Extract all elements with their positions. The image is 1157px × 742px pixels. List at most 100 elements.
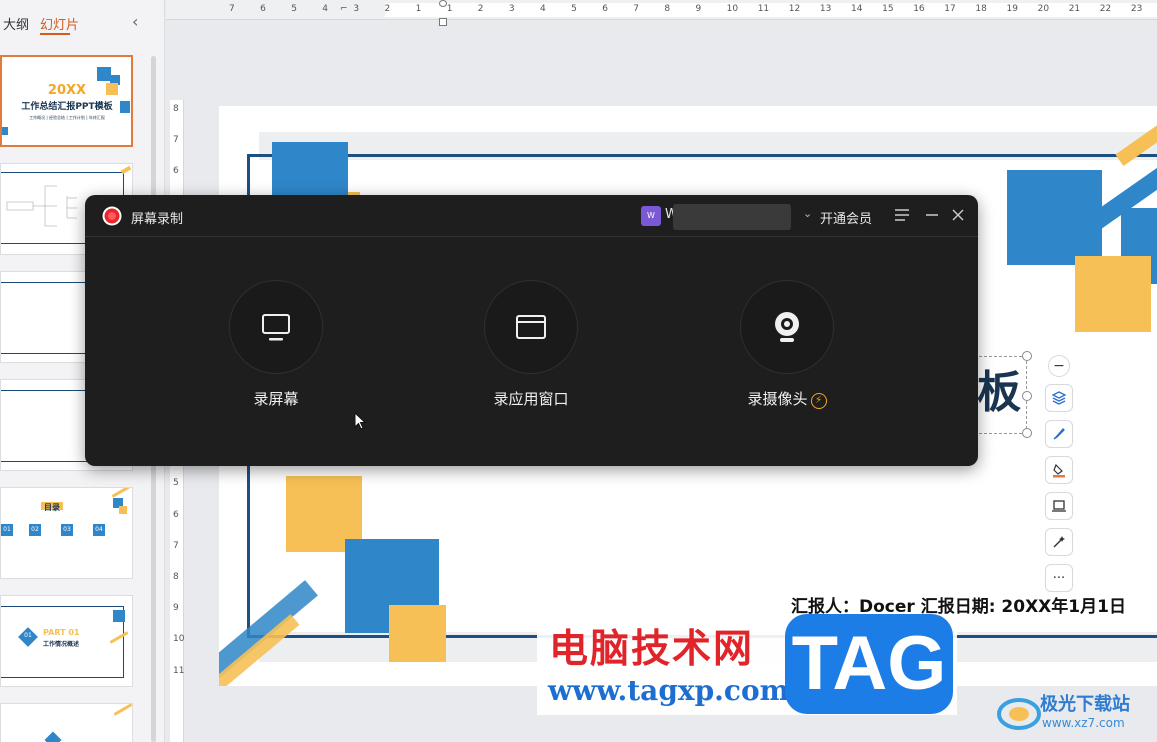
brush-button[interactable] (1045, 420, 1073, 448)
thumb-deco (113, 610, 125, 622)
thumb-item-2: 02 (29, 524, 41, 536)
watermark-site-name: 电脑技术网 (549, 627, 755, 672)
horizontal-ruler[interactable]: ⌐ 7 6 5 4 3 2 1 1 2 3 4 5 6 7 8 9 10 11 12 13 14 15 16 17 18 19 20… (166, 0, 1157, 26)
mouse-cursor-icon (354, 412, 367, 430)
fill-button[interactable] (1045, 456, 1073, 484)
tab-underline (40, 33, 70, 35)
ruler-number: 5 (291, 4, 297, 14)
ruler-number: 20 (1037, 4, 1050, 14)
record-window-button[interactable]: 录应用窗口 (483, 280, 579, 409)
monitor-icon (262, 314, 290, 341)
record-webcam-button[interactable]: 录摄像头 ⚡ (739, 280, 835, 409)
ruler-number: 6 (602, 4, 608, 14)
layers-icon (1051, 391, 1067, 405)
ruler-number: 2 (477, 4, 484, 14)
indent-marker-top[interactable] (439, 0, 447, 7)
wps-app-icon: W (641, 206, 661, 226)
layers-button[interactable] (1045, 384, 1073, 412)
ruler-number: 1 (415, 4, 422, 14)
ruler-number: 3 (508, 4, 515, 14)
thumb-item-4: 04 (93, 524, 105, 536)
webcam-icon (775, 312, 799, 342)
record-webcam-text: 录摄像头 (747, 390, 808, 408)
thumb-item-1: 01 (1, 524, 13, 536)
ruler-number: 5 (173, 478, 179, 489)
ruler-number: 6 (173, 509, 179, 520)
record-window-circle[interactable] (484, 280, 578, 374)
ruler-number: 6 (173, 166, 179, 177)
laptop-icon (1052, 500, 1066, 512)
ruler-number: 9 (695, 4, 702, 14)
tab-outline[interactable]: 大纲 (3, 14, 29, 33)
minimize-icon[interactable] (921, 203, 943, 227)
thumb-deco (97, 67, 111, 81)
slide-thumb-1[interactable]: 20XX 工作总结汇报PPT模板 工作概况 | 经验总结 | 工作计划 | 年终… (0, 55, 133, 147)
ruler-number: 7 (229, 4, 235, 14)
frame-button[interactable] (1045, 492, 1073, 520)
ruler-number: 23 (1130, 4, 1143, 14)
ruler-number: 19 (1006, 4, 1018, 14)
panel-tabs: 大纲 幻灯片 ‹ (0, 0, 165, 40)
thumb-title: 目录 (44, 503, 60, 512)
resize-handle[interactable] (1022, 391, 1032, 401)
thumb-deco (120, 101, 130, 113)
ruler-number: 8 (173, 104, 179, 114)
record-screen-button[interactable]: 录屏幕 (228, 280, 324, 409)
indent-marker-bottom[interactable] (439, 18, 447, 26)
resize-handle[interactable] (1022, 351, 1032, 361)
close-icon[interactable] (947, 203, 969, 227)
ruler-number: 8 (664, 4, 671, 14)
ruler-number: 7 (173, 135, 179, 146)
record-screen-label: 录屏幕 (253, 390, 299, 408)
resize-handle[interactable] (1022, 428, 1032, 438)
ruler-number: 17 (944, 4, 956, 14)
thumb-badge: 01 (24, 632, 32, 639)
ruler-number: 15 (882, 4, 894, 14)
ruler-number: 6 (260, 4, 266, 14)
record-logo-icon (102, 206, 122, 226)
ruler-number: 21 (1068, 4, 1081, 14)
ruler-number: 7 (173, 540, 179, 551)
minus-icon: − (1053, 358, 1065, 374)
thumb-deco (113, 704, 132, 716)
menu-icon[interactable] (891, 203, 913, 227)
vip-link[interactable]: 开通会员 (820, 208, 872, 227)
ruler-number: 8 (173, 572, 179, 582)
deco-blue-square (272, 142, 348, 200)
ruler-number: 12 (788, 4, 801, 14)
ruler-number: 11 (173, 665, 185, 676)
tab-slides[interactable]: 幻灯片 (40, 14, 79, 33)
thumb-item-3: 03 (61, 524, 73, 536)
slide-thumb-5[interactable]: 目录 01 02 03 04 (0, 487, 133, 579)
ruler-number: 5 (571, 4, 577, 14)
ruler-corner-icon[interactable]: ⌐ (340, 4, 348, 14)
watermark-brand2: 极光下载站 (1040, 694, 1130, 715)
magic-wand-icon (1053, 536, 1065, 548)
record-webcam-label: 录摄像头 ⚡ (739, 388, 835, 409)
ruler-number: 14 (851, 4, 863, 14)
ruler-number: 4 (540, 4, 546, 14)
ruler-number: 4 (322, 4, 329, 14)
slide-thumb-7[interactable] (0, 703, 133, 742)
deco-yellow-square (1075, 256, 1151, 332)
chevron-left-icon[interactable]: ‹ (132, 12, 138, 31)
ruler-number: 18 (975, 4, 987, 14)
ruler-number: 10 (173, 634, 185, 645)
deco-yellow-square (389, 605, 446, 662)
zoom-out-button[interactable]: − (1048, 355, 1070, 377)
slide-thumb-6[interactable]: 01 PART 01 工作情况概述 (0, 595, 133, 687)
thumb-deco (119, 506, 127, 514)
screen-recorder-window: 屏幕录制 W W ⌄ 开通会员 录屏幕 录应用窗口 录摄像头 ⚡ (85, 195, 978, 466)
more-button[interactable]: ··· (1045, 564, 1073, 592)
thumb-deco (111, 488, 131, 498)
thumb-mini-text: 工作概况 | 经验总结 | 工作计划 | 年终汇报 (29, 115, 105, 120)
recorder-titlebar[interactable]: 屏幕录制 W W ⌄ 开通会员 (85, 195, 978, 237)
record-screen-circle[interactable] (229, 280, 323, 374)
watermark-brand2-url: www.xz7.com (1042, 716, 1125, 730)
recorder-title: 屏幕录制 (131, 212, 184, 227)
record-webcam-circle[interactable] (740, 280, 834, 374)
ruler-number: 2 (384, 4, 391, 14)
magic-button[interactable] (1045, 528, 1073, 556)
thumb-part: PART 01 (43, 628, 80, 637)
chevron-down-icon[interactable]: ⌄ (803, 207, 812, 220)
